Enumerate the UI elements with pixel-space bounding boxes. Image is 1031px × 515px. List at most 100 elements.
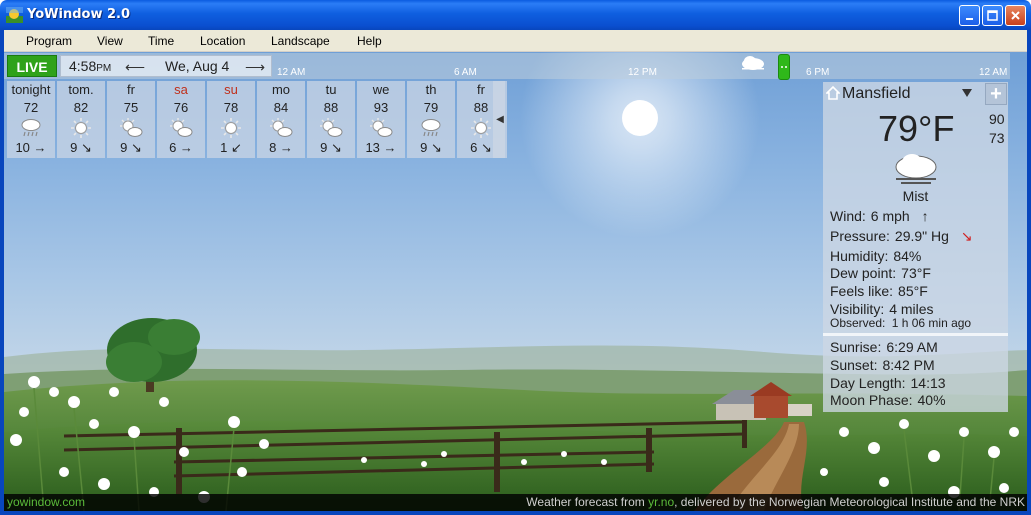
wind-direction-icon: →	[33, 140, 47, 155]
maximize-icon	[987, 10, 998, 21]
forecast-day-name: tonight	[11, 82, 51, 97]
wind-direction-icon: →	[179, 140, 193, 155]
forecast-day-name: sa	[174, 82, 188, 97]
forecast-day[interactable]: sa 76 6 →	[157, 81, 205, 158]
partly-cloudy-icon	[107, 117, 155, 139]
menu-program[interactable]: Program	[26, 34, 72, 48]
wind-direction-icon: ↙	[230, 140, 242, 155]
pressure-row: Pressure: 29.9" Hg ↘	[830, 228, 973, 245]
window-title: YoWindow 2.0	[27, 7, 131, 22]
timeline-label: 12 AM	[979, 67, 1008, 78]
window-frame-right	[1027, 30, 1031, 515]
time-slider-handle[interactable]	[778, 54, 790, 80]
menu-landscape[interactable]: Landscape	[271, 34, 330, 48]
menu-bar: Program View Time Location Landscape Hel…	[4, 30, 1027, 52]
forecast-wind-speed: 9	[120, 140, 128, 155]
forecast-day-wind: 6 →	[157, 139, 205, 157]
forecast-day-name: we	[372, 82, 390, 97]
panel-divider	[823, 333, 1008, 336]
wind-direction-icon: ↘	[330, 140, 342, 155]
menu-time[interactable]: Time	[148, 34, 174, 48]
feels-like-value: 85°F	[898, 283, 928, 299]
credit-source-link[interactable]: yr.no	[648, 495, 674, 509]
condition-text: Mist	[902, 188, 929, 204]
forecast-day-temp: 84	[273, 100, 289, 115]
forecast-day-name: mo	[271, 82, 291, 97]
observed-value: 1 h 06 min ago	[891, 316, 972, 330]
forecast-day[interactable]: tonight 72 10 →	[7, 81, 55, 158]
sunrise-value: 6:29 AM	[886, 339, 938, 355]
wind-direction-icon: ↑	[921, 208, 929, 224]
forecast-wind-speed: 8	[269, 140, 277, 155]
wind-direction-icon: ↘	[80, 140, 92, 155]
credit-prefix: Weather forecast from	[526, 495, 649, 509]
partly-cloudy-icon	[257, 117, 305, 139]
location-selector[interactable]: Mansfield	[823, 82, 983, 106]
observed-label: Observed:	[830, 316, 886, 330]
menu-location[interactable]: Location	[200, 34, 245, 48]
timeline-label: 12 AM	[277, 67, 306, 78]
moon-phase-value: 40%	[917, 392, 946, 408]
feels-like-label: Feels like:	[830, 283, 894, 299]
app-icon	[6, 7, 23, 23]
site-link[interactable]: yowindow.com	[7, 495, 85, 509]
add-location-button[interactable]: +	[985, 83, 1007, 105]
current-conditions-panel: Mansfield + 79°F 90 73 Mist Wind: 6 mph ↑…	[823, 82, 1008, 412]
forecast-day-wind: 9 ↘	[107, 139, 155, 157]
timeline-label: 6 PM	[806, 67, 830, 78]
location-name: Mansfield	[842, 85, 911, 102]
slider-grip-icon	[781, 66, 787, 68]
forecast-day-wind: 1 ↙	[207, 139, 255, 157]
date-navigator: 4:58PM ⟵ We, Aug 4 ⟶	[60, 55, 272, 77]
forecast-day-temp: 76	[173, 100, 189, 115]
high-temperature: 90	[989, 111, 1005, 127]
partly-cloudy-icon	[157, 117, 205, 139]
current-temperature: 79°F	[878, 108, 955, 149]
next-day-arrow-icon[interactable]: ⟶	[245, 59, 265, 76]
pressure-value: 29.9" Hg	[894, 228, 949, 244]
forecast-day-temp: 72	[23, 100, 39, 115]
rain-shower-icon	[7, 117, 55, 139]
previous-day-arrow-icon[interactable]: ⟵	[125, 59, 145, 76]
close-button[interactable]	[1005, 5, 1026, 26]
forecast-day-name: tom.	[68, 82, 94, 97]
sunrise-label: Sunrise:	[830, 339, 882, 355]
forecast-day[interactable]: fr 75 9 ↘	[107, 81, 155, 158]
moon-phase-label: Moon Phase:	[830, 392, 913, 408]
live-button[interactable]: LIVE	[7, 55, 57, 77]
menu-help[interactable]: Help	[357, 34, 382, 48]
forecast-day-temp: 82	[73, 100, 89, 115]
partly-cloudy-icon	[357, 117, 405, 139]
forecast-day[interactable]: tom. 82 9 ↘	[57, 81, 105, 158]
partly-cloudy-icon	[307, 117, 355, 139]
menu-view[interactable]: View	[97, 34, 123, 48]
collapse-forecast-button[interactable]: ◀	[493, 81, 507, 158]
current-time: 4:58PM	[69, 58, 111, 74]
title-bar[interactable]: YoWindow 2.0	[0, 0, 1031, 30]
forecast-day-temp: 78	[223, 100, 239, 115]
sunset-row: Sunset: 8:42 PM	[830, 357, 935, 373]
observed-row: Observed: 1 h 06 min ago	[830, 316, 971, 330]
low-temperature: 73	[989, 130, 1005, 146]
pressure-trend-icon: ↘	[960, 228, 973, 244]
maximize-button[interactable]	[982, 5, 1003, 26]
forecast-wind-speed: 13	[365, 140, 380, 155]
timeline-label: 12 PM	[628, 67, 657, 78]
sun-icon	[57, 117, 105, 139]
forecast-day[interactable]: th 79 9 ↘	[407, 81, 455, 158]
pressure-label: Pressure:	[830, 228, 890, 244]
forecast-day[interactable]: we 93 13 →	[357, 81, 405, 158]
forecast-day[interactable]: tu 88 9 ↘	[307, 81, 355, 158]
wind-row: Wind: 6 mph ↑	[830, 208, 929, 224]
dew-point-value: 73°F	[901, 265, 931, 281]
forecast-day-wind: 9 ↘	[57, 139, 105, 157]
sunrise-row: Sunrise: 6:29 AM	[830, 339, 938, 355]
timeline-cloud-icon	[742, 56, 764, 70]
forecast-day[interactable]: su 78 1 ↙	[207, 81, 255, 158]
dew-point-row: Dew point: 73°F	[830, 265, 931, 281]
chevron-down-icon	[962, 89, 972, 97]
wind-direction-icon: ↘	[480, 140, 492, 155]
forecast-day[interactable]: mo 84 8 →	[257, 81, 305, 158]
day-length-value: 14:13	[910, 375, 946, 391]
minimize-button[interactable]	[959, 5, 980, 26]
